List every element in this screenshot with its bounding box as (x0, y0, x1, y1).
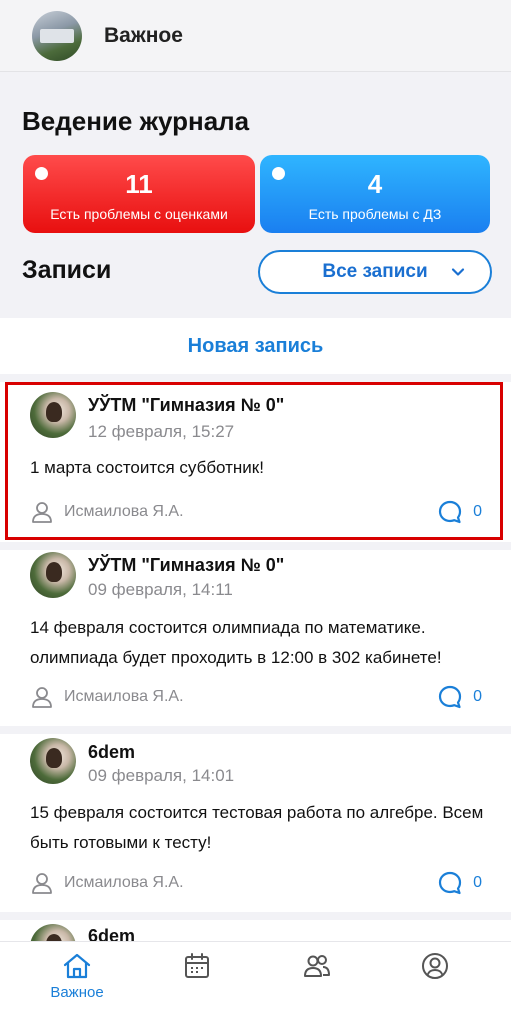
bottom-nav: Важное (0, 941, 511, 1009)
new-post-button[interactable]: Новая запись (0, 318, 511, 382)
user-icon (32, 687, 52, 708)
records-title: Записи (22, 256, 112, 284)
homework-problems-card[interactable]: 4 Есть проблемы с ДЗ (260, 155, 490, 233)
post-author: УЎТМ "Гимназия № 0" (88, 555, 285, 575)
post-separator (0, 912, 511, 920)
home-icon (63, 953, 91, 979)
nav-item-profile[interactable] (390, 950, 480, 1009)
user-icon (32, 873, 52, 894)
post-signer-name: Исмаилова Я.А. (64, 874, 184, 891)
post-item[interactable]: УЎТМ "Гимназия № 0" 12 февраля, 15:27 1 … (0, 390, 511, 542)
grades-problems-count: 11 (125, 169, 153, 199)
school-avatar[interactable] (32, 10, 82, 61)
post-signer: Исмаилова Я.А. (30, 685, 184, 709)
grades-problems-label: Есть проблемы с оценками (50, 206, 228, 222)
post-author-avatar (30, 552, 76, 598)
post-author-avatar (30, 392, 76, 438)
post-author: УЎТМ "Гимназия № 0" (88, 395, 285, 415)
comment-icon (438, 871, 462, 895)
records-filter-value: Все записи (322, 261, 428, 282)
comment-icon (438, 500, 462, 524)
post-date: 12 февраля, 15:27 (88, 422, 235, 441)
nav-item-important[interactable]: Важное (32, 950, 122, 1009)
journal-title: Ведение журнала (22, 106, 250, 136)
post-signer: Исмаилова Я.А. (30, 500, 184, 524)
post-date: 09 февраля, 14:01 (88, 766, 235, 785)
post-text: 1 марта состоится субботник! (30, 458, 264, 477)
nav-item-people[interactable] (272, 950, 362, 1009)
post-comments-button[interactable]: 0 (437, 870, 482, 896)
post-signer-name: Исмаилова Я.А. (64, 503, 184, 520)
post-comments-button[interactable]: 0 (437, 684, 482, 710)
calendar-icon (185, 953, 209, 978)
homework-problems-label: Есть проблемы с ДЗ (308, 206, 442, 222)
homework-problems-count: 4 (367, 169, 383, 199)
people-icon (304, 955, 330, 977)
post-item[interactable]: 6dem (0, 920, 511, 941)
post-author: 6dem (88, 926, 136, 941)
post-comments-count: 0 (473, 688, 482, 705)
post-signer: Исмаилова Я.А. (30, 871, 184, 895)
comment-icon (438, 685, 462, 709)
post-separator (0, 542, 511, 550)
top-bar: Важное (0, 0, 511, 72)
post-date: 09 февраля, 14:11 (88, 580, 233, 599)
user-icon (32, 502, 52, 523)
records-filter-select[interactable]: Все записи (258, 250, 492, 294)
chevron-down-icon (451, 268, 465, 276)
post-text: 14 февраля состоится олимпиада по матема… (30, 618, 442, 667)
post-signer-name: Исмаилова Я.А. (64, 688, 184, 705)
profile-icon (422, 953, 448, 979)
post-author-avatar (30, 924, 76, 941)
post-text: 15 февраля состоится тестовая работа по … (30, 803, 484, 852)
post-comments-count: 0 (473, 503, 482, 520)
post-item[interactable]: 6dem 09 февраля, 14:01 15 февраля состои… (0, 734, 511, 914)
new-post-label: Новая запись (187, 334, 324, 357)
post-comments-count: 0 (473, 874, 482, 891)
post-author: 6dem (88, 742, 136, 762)
post-separator (0, 726, 511, 734)
nav-item-label: Важное (50, 984, 104, 1001)
grades-problems-card[interactable]: 11 Есть проблемы с оценками (23, 155, 255, 233)
page-title: Важное (104, 23, 183, 47)
post-author-avatar (30, 738, 76, 784)
post-comments-button[interactable]: 0 (437, 499, 482, 525)
nav-item-calendar[interactable] (152, 950, 242, 1009)
post-item[interactable]: УЎТМ "Гимназия № 0" 09 февраля, 14:11 14… (0, 550, 511, 728)
